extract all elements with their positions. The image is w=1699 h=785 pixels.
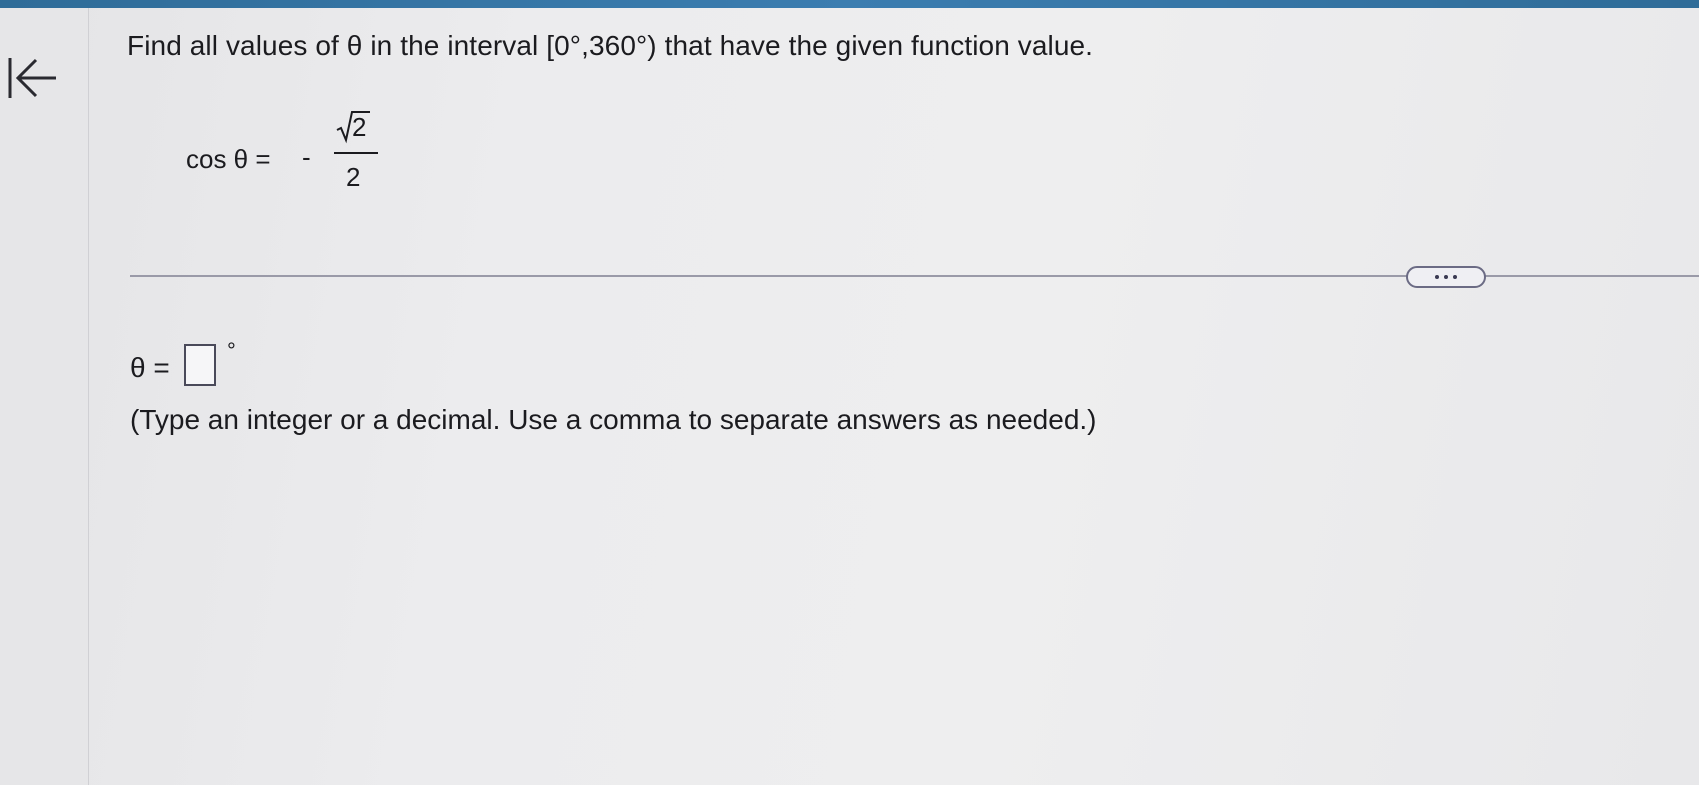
degree-unit: ° (227, 338, 236, 363)
equation-lhs: cos θ = (186, 144, 271, 174)
fraction-denominator: 2 (346, 162, 361, 192)
fraction-bar (334, 152, 378, 154)
answer-hint: (Type an integer or a decimal. Use a com… (130, 404, 1097, 435)
question-prompt: Find all values of θ in the interval [0°… (127, 30, 1094, 61)
ellipsis-icon (1444, 275, 1448, 279)
left-rail (0, 8, 89, 785)
collapse-panel-button[interactable] (4, 52, 62, 104)
top-bar (0, 0, 1699, 8)
equation-minus-sign: - (302, 142, 311, 172)
ellipsis-icon (1453, 275, 1457, 279)
answer-input[interactable] (184, 344, 216, 386)
fraction-numerator: 2 (336, 110, 370, 144)
answer-label: θ = (130, 352, 170, 383)
more-options-button[interactable] (1406, 266, 1486, 288)
collapse-left-icon (4, 52, 62, 104)
radicand: 2 (352, 112, 367, 142)
ellipsis-icon (1435, 275, 1439, 279)
